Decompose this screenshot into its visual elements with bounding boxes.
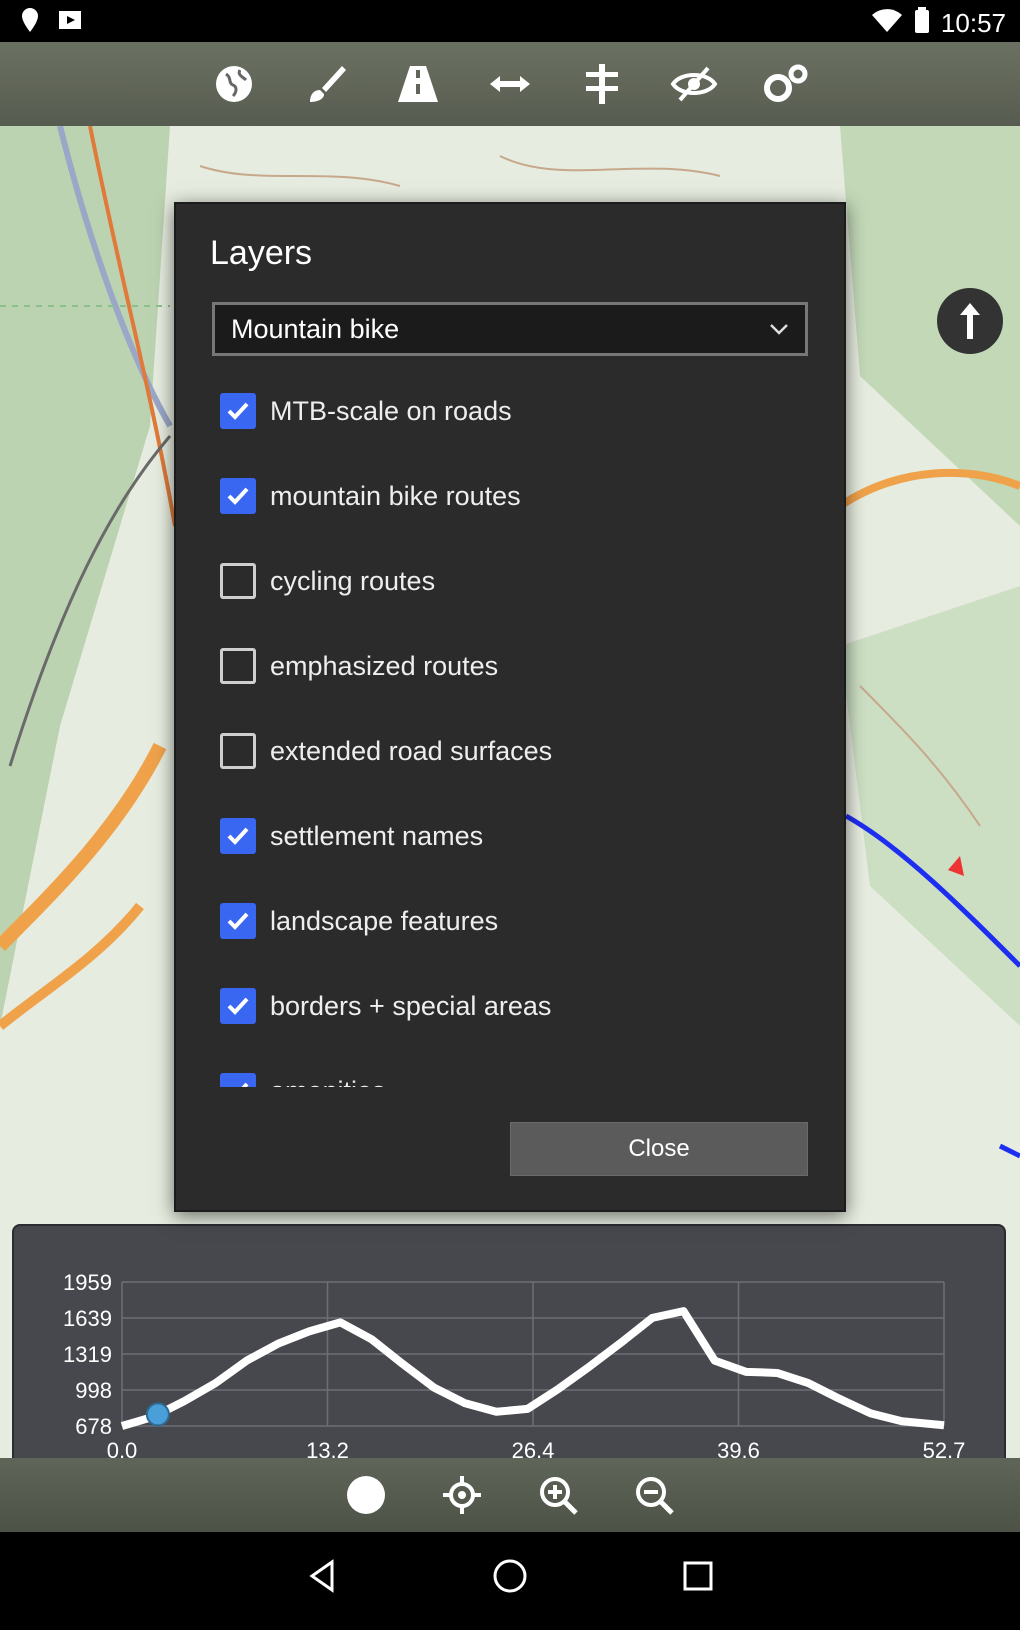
layer-row[interactable]: extended road surfaces <box>212 714 812 799</box>
check-icon <box>227 487 249 505</box>
navigation-bar <box>0 1532 1020 1630</box>
layer-checkbox[interactable] <box>220 393 256 429</box>
layer-label: mountain bike routes <box>270 481 521 511</box>
measure-icon[interactable] <box>486 60 534 108</box>
dialog-title: Layers <box>210 234 313 272</box>
eye-off-icon[interactable] <box>670 60 718 108</box>
layer-checkbox[interactable] <box>220 903 256 939</box>
layer-label: settlement names <box>270 821 484 851</box>
layer-row[interactable]: borders + special areas <box>212 969 812 1054</box>
road-icon[interactable] <box>394 60 442 108</box>
zoom-out-icon[interactable] <box>631 1472 677 1518</box>
y-tick-label: 1639 <box>63 1306 112 1331</box>
locate-icon[interactable] <box>439 1472 485 1518</box>
y-tick-label: 678 <box>75 1414 112 1439</box>
zoom-in-icon[interactable] <box>535 1472 581 1518</box>
x-tick-label: 26.4 <box>512 1438 555 1458</box>
dropdown-value: Mountain bike <box>231 314 400 344</box>
layers-dialog: Layers Mountain bike MTB-scale on roads m… <box>174 202 846 1212</box>
layer-row[interactable]: MTB-scale on roads <box>212 374 812 459</box>
wifi-icon <box>871 6 903 41</box>
layer-checkbox[interactable] <box>220 988 256 1024</box>
recents-icon[interactable] <box>680 1558 716 1604</box>
brush-icon[interactable] <box>302 60 350 108</box>
x-tick-label: 0.0 <box>107 1438 138 1458</box>
layer-checkbox[interactable] <box>220 733 256 769</box>
top-toolbar <box>0 42 1020 126</box>
check-icon <box>227 827 249 845</box>
check-icon <box>227 912 249 930</box>
record-icon[interactable] <box>343 1472 389 1518</box>
status-bar: 10:57 <box>0 0 1020 42</box>
layer-label: MTB-scale on roads <box>270 396 512 426</box>
layer-row[interactable]: landscape features <box>212 884 812 969</box>
chevron-down-icon <box>767 305 791 370</box>
x-tick-label: 52.7 <box>923 1438 966 1458</box>
layer-checkbox[interactable] <box>220 478 256 514</box>
layer-label: cycling routes <box>270 566 436 596</box>
layer-label: landscape features <box>270 906 499 936</box>
layer-checkbox[interactable] <box>220 563 256 599</box>
battery-icon <box>913 6 931 41</box>
layer-label: amenities <box>270 1073 386 1087</box>
layer-row[interactable]: mountain bike routes <box>212 459 812 544</box>
bottom-toolbar <box>0 1458 1020 1532</box>
layer-preset-dropdown[interactable]: Mountain bike <box>212 302 808 356</box>
layer-checkbox[interactable] <box>220 648 256 684</box>
position-marker <box>145 1402 170 1427</box>
y-tick-label: 1319 <box>63 1342 112 1367</box>
y-tick-label: 998 <box>75 1378 112 1403</box>
layer-checkbox[interactable] <box>220 818 256 854</box>
layer-label: emphasized routes <box>270 651 499 681</box>
layer-checkbox[interactable] <box>220 1073 256 1087</box>
layer-row[interactable]: settlement names <box>212 799 812 884</box>
y-tick-label: 1959 <box>63 1270 112 1295</box>
home-icon[interactable] <box>490 1556 530 1606</box>
settings-icon[interactable] <box>762 60 810 108</box>
layer-row[interactable]: emphasized routes <box>212 629 812 714</box>
layer-list[interactable]: MTB-scale on roads mountain bike routes cy… <box>212 374 812 1087</box>
layer-row[interactable]: cycling routes <box>212 544 812 629</box>
elevation-profile-panel[interactable]: 0.0 13.2 26.4 39.6 52.7 1959 1639 1319 998 678 <box>12 1224 1006 1458</box>
check-icon <box>241 1082 249 1087</box>
close-button[interactable]: Close <box>510 1122 808 1176</box>
check-icon <box>227 402 249 420</box>
clock-time: 10:57 <box>940 8 1006 38</box>
globe-icon[interactable] <box>210 60 258 108</box>
layer-label: extended road surfaces <box>270 736 553 766</box>
layer-row[interactable]: amenities <box>212 1054 812 1087</box>
back-icon[interactable] <box>304 1558 340 1604</box>
elevation-chart: 0.0 13.2 26.4 39.6 52.7 1959 1639 1319 998 678 <box>63 1270 966 1458</box>
layer-label: borders + special areas <box>270 991 552 1021</box>
x-tick-label: 39.6 <box>717 1438 760 1458</box>
location-icon <box>18 6 42 41</box>
cast-icon <box>56 6 84 41</box>
x-tick-label: 13.2 <box>306 1438 349 1458</box>
route-icon[interactable] <box>578 60 626 108</box>
compass-arrow-icon[interactable] <box>937 288 1003 354</box>
check-icon <box>227 997 249 1015</box>
